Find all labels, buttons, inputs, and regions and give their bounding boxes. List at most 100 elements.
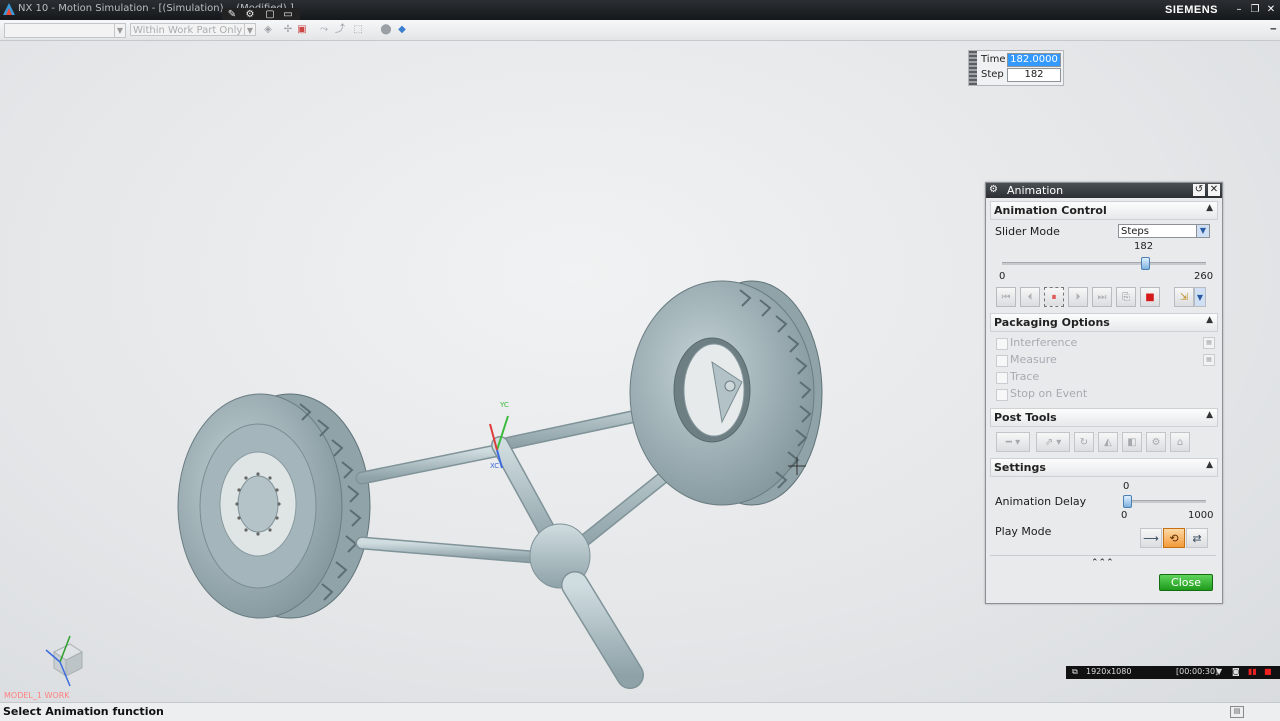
measure-checkbox[interactable] (996, 355, 1008, 367)
restore-button[interactable]: ❐ (1248, 3, 1262, 16)
step-back-button[interactable]: ⏴ (1020, 287, 1040, 307)
stop-on-event-checkbox[interactable] (996, 389, 1008, 401)
export-dropdown-button[interactable]: ▼ (1194, 287, 1206, 307)
recorder-pause-icon[interactable]: ▮▮ (1248, 667, 1257, 676)
select-tangent-icon[interactable]: ⤴ (334, 24, 346, 36)
shaded-icon[interactable]: ⬤ (380, 24, 392, 36)
select-intent-icon[interactable]: ▣ (296, 24, 308, 36)
step-slider-thumb[interactable] (1140, 257, 1150, 270)
post-tools-section[interactable]: Post Tools ▲ (990, 408, 1218, 427)
selection-toolbar: ▼ Within Work Part Only ▼ ◈ ✢ ▣ ⤳ ⤴ ⬚ ⬤ … (0, 20, 1280, 41)
stop-button[interactable]: ■ (1140, 287, 1160, 307)
status-window-icon[interactable]: ▤ (1230, 706, 1244, 718)
step-forward-button[interactable]: ⏵ (1068, 287, 1088, 307)
gear-tool-icon[interactable]: ⚙ (1146, 432, 1166, 452)
chevron-up-icon[interactable]: ▲ (1206, 410, 1213, 420)
trace-checkbox[interactable] (996, 372, 1008, 384)
left-wheel[interactable] (177, 393, 371, 619)
minimize-button[interactable]: – (1232, 3, 1246, 16)
close-button[interactable]: Close (1159, 574, 1213, 591)
chevron-down-icon: ▼ (114, 24, 125, 37)
slider-mode-select[interactable]: Steps ▼ (1118, 224, 1210, 238)
csys-xc-label: XC (490, 462, 499, 470)
chevron-up-icon[interactable]: ▲ (1206, 315, 1213, 325)
capture-tool-icon[interactable]: ↻ (1074, 432, 1094, 452)
packaging-options-section[interactable]: Packaging Options ▲ (990, 313, 1218, 332)
chevron-up-icon[interactable]: ▲ (1206, 203, 1213, 213)
slider-max-label: 260 (1194, 271, 1214, 282)
rewind-to-start-button[interactable]: ⏮ (996, 287, 1016, 307)
arrangement-tool-icon[interactable]: ◭ (1098, 432, 1118, 452)
step-slider-track[interactable] (1002, 262, 1206, 265)
slider-current-value: 182 (1134, 241, 1154, 252)
select-feature-icon[interactable]: ⤳ (318, 24, 330, 36)
animation-control-header: Animation Control (994, 204, 1107, 217)
settings-header: Settings (994, 461, 1046, 474)
post-tools-header: Post Tools (994, 411, 1057, 424)
play-loop-button[interactable]: ⟲ (1163, 528, 1185, 548)
interference-checkbox[interactable] (996, 338, 1008, 350)
slider-mode-label: Slider Mode (995, 225, 1060, 238)
export-button[interactable]: ⇲ (1174, 287, 1194, 307)
packaging-options-header: Packaging Options (994, 316, 1110, 329)
screen-recorder-bar: ⧉ 1920x1080 [00:00:30] ▼ ◙ ▮▮ ■ (1066, 666, 1280, 679)
gear-icon[interactable]: ⚙ (989, 184, 998, 195)
interference-label: Interference (1010, 336, 1078, 349)
step-field[interactable]: 182 (1007, 68, 1061, 82)
chevron-down-icon: ▼ (244, 24, 255, 35)
pause-button[interactable]: ⏸ (1044, 287, 1064, 307)
settings-section[interactable]: Settings ▲ (990, 458, 1218, 477)
delay-min-label: 0 (1121, 510, 1128, 521)
snap-point-icon[interactable]: ✢ (282, 24, 294, 36)
delay-slider-thumb[interactable] (1123, 495, 1132, 508)
rectangle-select-icon[interactable]: ⬚ (352, 24, 364, 36)
model-view-label: MODEL_1 WORK (4, 691, 70, 700)
stop-on-event-label: Stop on Event (1010, 387, 1088, 400)
interference-options-icon[interactable]: ▦ (1203, 337, 1215, 349)
animation-control-section[interactable]: Animation Control ▲ (990, 201, 1218, 220)
slider-min-label: 0 (999, 271, 1006, 282)
type-filter-select[interactable]: ▼ (4, 23, 126, 38)
view-triad-icon[interactable] (45, 635, 83, 687)
recorder-stop-icon[interactable]: ■ (1264, 667, 1272, 676)
play-once-button[interactable]: ⟶ (1140, 528, 1162, 548)
recorder-icon: ⧉ (1072, 667, 1078, 676)
marker-tool-button[interactable]: ⇗ ▾ (1036, 432, 1070, 452)
more-options-expander[interactable]: ⌃⌃⌃ (1091, 558, 1114, 568)
right-wheel[interactable] (629, 280, 823, 506)
recorder-resolution: 1920x1080 (1086, 667, 1132, 676)
forward-to-end-button[interactable]: ⏭ (1092, 287, 1112, 307)
recorder-time: [00:00:30] (1176, 667, 1219, 676)
panel-grip-handle[interactable] (969, 51, 977, 85)
slider-mode-value: Steps (1121, 226, 1149, 237)
delay-slider-track[interactable] (1126, 500, 1206, 503)
selection-scope-value: Within Work Part Only (133, 25, 243, 36)
chevron-up-icon[interactable]: ▲ (1206, 460, 1213, 470)
reset-icon[interactable]: ↺ (1193, 184, 1205, 196)
measure-options-icon[interactable]: ▦ (1203, 354, 1215, 366)
selection-scope-select[interactable]: Within Work Part Only ▼ (130, 23, 256, 36)
step-label: Step (981, 69, 1004, 80)
recorder-dropdown-icon[interactable]: ▼ (1216, 667, 1222, 676)
delay-current-value: 0 (1123, 481, 1130, 492)
home-tool-icon[interactable]: ⌂ (1170, 432, 1190, 452)
play-mode-label: Play Mode (995, 525, 1052, 538)
section-tool-button[interactable]: ━ ▾ (996, 432, 1030, 452)
recorder-camera-icon[interactable]: ◙ (1232, 667, 1240, 676)
toolbar-overflow-icon[interactable]: ━ (1271, 25, 1276, 35)
dialog-header[interactable]: ⚙ Animation ↺ ✕ (986, 183, 1222, 198)
close-icon[interactable]: ✕ (1208, 184, 1220, 196)
time-label: Time (981, 54, 1006, 65)
chevron-down-icon: ▼ (1196, 225, 1209, 237)
snapshot-button[interactable]: ⎘ (1116, 287, 1136, 307)
nx-logo-icon (3, 3, 15, 15)
close-window-button[interactable]: ✕ (1264, 3, 1278, 16)
play-pingpong-button[interactable]: ⇄ (1186, 528, 1208, 548)
trace-label: Trace (1010, 370, 1040, 383)
status-message: Select Animation function (3, 705, 164, 718)
filter-icon[interactable]: ◈ (262, 24, 274, 36)
cube-icon[interactable]: ◆ (396, 24, 408, 36)
export-motion-icon[interactable]: ◧ (1122, 432, 1142, 452)
time-field[interactable]: 182.0000 (1007, 53, 1061, 67)
time-step-panel: Time 182.0000 Step 182 (968, 50, 1064, 86)
